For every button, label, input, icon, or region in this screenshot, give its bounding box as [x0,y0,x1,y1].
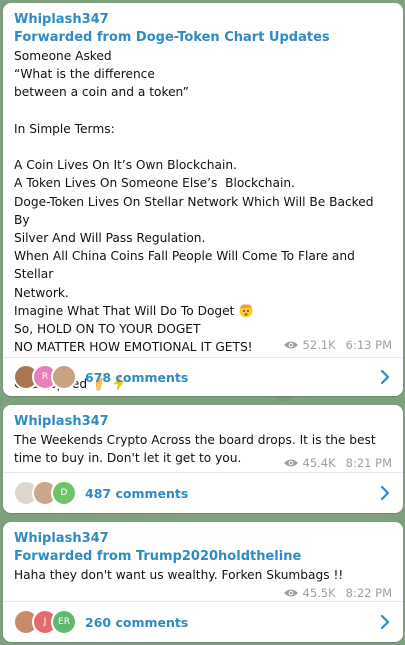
message-text-part: Someone Asked “What is the difference be… [14,49,374,318]
sender-name[interactable]: Whiplash347 [14,11,392,29]
message-text: Haha they don't want us wealthy. Forken … [14,568,344,582]
eye-icon [283,341,298,349]
comments-bar[interactable]: J ER 260 comments [3,601,403,642]
avatar: ER [51,609,77,635]
commenter-avatars: R [13,364,77,390]
forwarded-from[interactable]: Forwarded from Trump2020holdtheline [14,548,392,566]
avatar-initial: D [60,488,68,498]
chevron-right-icon[interactable] [379,485,391,501]
chevron-right-icon[interactable] [379,614,391,630]
exploding-head-emoji [239,304,253,318]
post-meta: 45.5K 8:22 PM [283,586,392,600]
chevron-right-icon[interactable] [379,369,391,385]
comments-count[interactable]: 678 comments [85,370,188,385]
commenter-avatars: J ER [13,609,77,635]
avatar [51,364,77,390]
avatar-initial: ER [58,617,70,627]
view-count: 45.5K [302,586,336,600]
comments-bar[interactable]: R 678 comments [3,357,403,396]
post-time: 6:13 PM [345,338,392,352]
comments-count[interactable]: 260 comments [85,615,188,630]
post-meta: 52.1K 6:13 PM [283,338,392,352]
view-count: 52.1K [302,338,336,352]
channel-post: Whiplash347 Forwarded from Trump2020hold… [3,522,403,642]
post-time: 8:21 PM [345,456,392,470]
avatar-initial: J [43,617,47,627]
comments-count[interactable]: 487 comments [85,486,188,501]
forwarded-from[interactable]: Forwarded from Doge-Token Chart Updates [14,29,392,47]
post-meta: 45.4K 8:21 PM [283,456,392,470]
eye-icon [283,589,298,597]
commenter-avatars: D [13,480,77,506]
avatar-initial: R [41,372,49,382]
sender-name[interactable]: Whiplash347 [14,413,392,431]
avatar: D [51,480,77,506]
post-time: 8:22 PM [345,586,392,600]
eye-icon [283,459,298,467]
channel-post: Whiplash347 The Weekends Crypto Across t… [3,405,403,513]
channel-post: Whiplash347 Forwarded from Doge-Token Ch… [3,3,403,396]
comments-bar[interactable]: D 487 comments [3,472,403,513]
view-count: 45.4K [302,456,336,470]
sender-name[interactable]: Whiplash347 [14,530,392,548]
